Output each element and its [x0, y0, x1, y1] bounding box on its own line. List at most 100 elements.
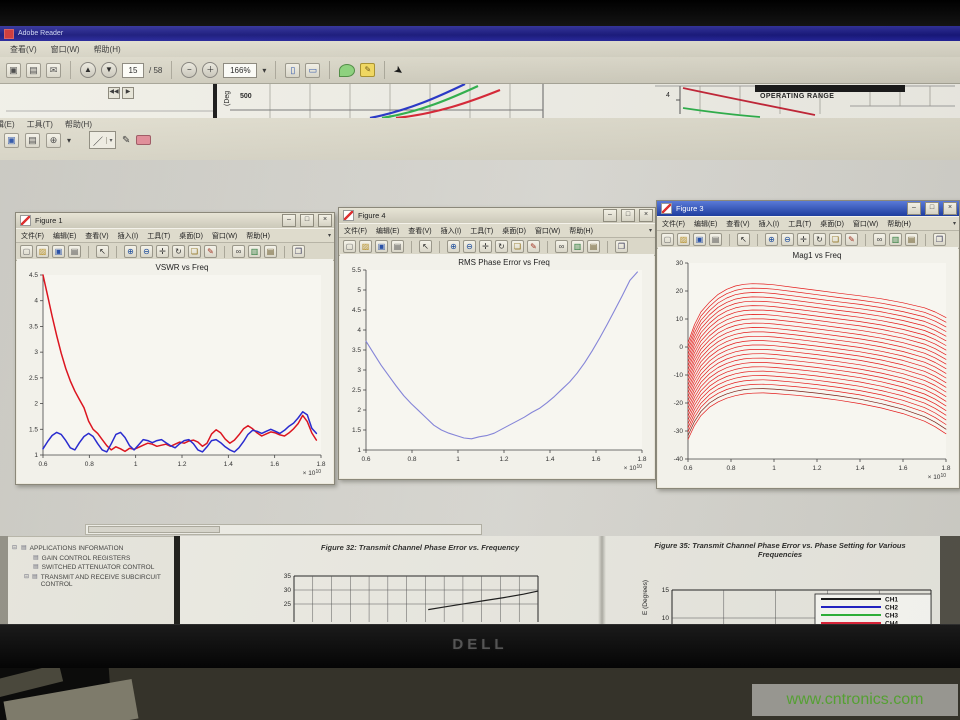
zoom-out-icon[interactable]: ⊖: [781, 233, 794, 246]
menu-item[interactable]: 窗口(W): [51, 44, 80, 55]
menu-item[interactable]: 桌面(D): [502, 226, 526, 236]
line-tool-dropdown-icon[interactable]: ▾: [106, 137, 115, 144]
highlight-note-icon[interactable]: ✎: [360, 63, 375, 77]
fit-page-icon[interactable]: ▯: [285, 63, 300, 78]
menu-item[interactable]: 查看(V): [408, 226, 431, 236]
comment-bubble-icon[interactable]: [339, 64, 355, 77]
zoom-in-icon[interactable]: ⊕: [765, 233, 778, 246]
save-icon[interactable]: ▣: [375, 240, 388, 253]
menu-item[interactable]: 窗口(W): [853, 219, 878, 229]
eraser-tool-icon[interactable]: [136, 135, 151, 145]
menu-overflow-icon[interactable]: ▾: [953, 220, 956, 227]
cursor-icon[interactable]: ↖: [96, 245, 109, 258]
menu-item[interactable]: 工具(T): [27, 119, 53, 130]
pan-icon[interactable]: ✛: [156, 245, 169, 258]
close-button[interactable]: ×: [318, 214, 332, 227]
brush-icon[interactable]: ✎: [527, 240, 540, 253]
maximize-button[interactable]: □: [925, 202, 939, 215]
new-figure-icon[interactable]: ▢: [661, 233, 674, 246]
save-icon[interactable]: ▣: [6, 63, 21, 78]
zoom-in-button[interactable]: ＋: [202, 62, 218, 78]
open-icon[interactable]: ▨: [36, 245, 49, 258]
bookmark-item[interactable]: ▤GAIN CONTROL REGISTERS: [12, 555, 170, 563]
zoom-out-icon[interactable]: ⊖: [463, 240, 476, 253]
menu-item[interactable]: 查看(V): [85, 231, 108, 241]
bookmark-item[interactable]: ⊟▤TRANSMIT AND RECEIVE SUBCIRCUIT CONTRO…: [12, 574, 170, 589]
link-plots-icon[interactable]: ∞: [555, 240, 568, 253]
minimize-button[interactable]: –: [907, 202, 921, 215]
dock-figure-icon[interactable]: ❐: [615, 240, 628, 253]
menu-item[interactable]: 编辑(E): [694, 219, 717, 229]
zoom-out-button[interactable]: −: [181, 62, 197, 78]
save-icon[interactable]: ▣: [693, 233, 706, 246]
menu-item[interactable]: 帮助(H): [65, 119, 92, 130]
close-button[interactable]: ×: [943, 202, 957, 215]
menu-item[interactable]: 帮助(H): [94, 44, 121, 55]
rotate-icon[interactable]: ↻: [172, 245, 185, 258]
zoom-level-input[interactable]: 166%: [223, 63, 257, 78]
stamp-icon[interactable]: ▤: [25, 133, 40, 148]
adobe-title-bar[interactable]: Adobe Reader: [0, 26, 960, 41]
menu-item[interactable]: 插入(I): [759, 219, 780, 229]
zoom-out-icon[interactable]: ⊖: [140, 245, 153, 258]
close-button[interactable]: ×: [639, 209, 653, 222]
zoom-in-icon[interactable]: ⊕: [124, 245, 137, 258]
brush-icon[interactable]: ✎: [845, 233, 858, 246]
horizontal-scrollbar[interactable]: [85, 524, 482, 535]
open-icon[interactable]: ▨: [359, 240, 372, 253]
mag1-chart[interactable]: -40-30-20-1001020300.60.811.21.41.61.8Ma…: [658, 247, 956, 485]
print-icon[interactable]: ▤: [391, 240, 404, 253]
magnifier-icon[interactable]: ⊕: [46, 133, 61, 148]
menu-item[interactable]: 窗口(W): [535, 226, 560, 236]
print-icon[interactable]: ▤: [26, 63, 41, 78]
matlab-figure-4-window[interactable]: Figure 4 – □ × 文件(F)编辑(E)查看(V)插入(I)工具(T)…: [338, 207, 656, 480]
menu-item[interactable]: 帮助(H): [887, 219, 911, 229]
menu-overflow-icon[interactable]: ▾: [649, 227, 652, 234]
data-cursor-icon[interactable]: ❏: [511, 240, 524, 253]
link-plots-icon[interactable]: ∞: [873, 233, 886, 246]
figure4-title-bar[interactable]: Figure 4 – □ ×: [339, 208, 655, 223]
email-icon[interactable]: ✉: [46, 63, 61, 78]
menu-item[interactable]: 工具(T): [147, 231, 170, 241]
maximize-button[interactable]: □: [300, 214, 314, 227]
legend-icon[interactable]: ▤: [905, 233, 918, 246]
bookmark-expander-icon[interactable]: ⊟: [12, 545, 18, 553]
menu-item[interactable]: 帮助(H): [246, 231, 270, 241]
menu-overflow-icon[interactable]: ▾: [328, 232, 331, 239]
legend-icon[interactable]: ▤: [587, 240, 600, 253]
rms-phase-error-chart[interactable]: 11.522.533.544.555.50.60.811.21.41.61.8R…: [340, 254, 652, 476]
page-number-input[interactable]: 15: [122, 63, 144, 78]
cursor-icon[interactable]: ↖: [419, 240, 432, 253]
minimize-button[interactable]: –: [603, 209, 617, 222]
select-tool-icon[interactable]: ➤: [391, 62, 406, 78]
menu-item[interactable]: 工具(T): [470, 226, 493, 236]
legend-icon[interactable]: ▤: [264, 245, 277, 258]
minimize-button[interactable]: –: [282, 214, 296, 227]
new-figure-icon[interactable]: ▢: [20, 245, 33, 258]
menu-item[interactable]: 桌面(D): [179, 231, 203, 241]
bookmark-item[interactable]: ⊟▤APPLICATIONS INFORMATION: [12, 545, 170, 553]
menu-item[interactable]: 桌面(D): [820, 219, 844, 229]
matlab-figure-1-window[interactable]: Figure 1 – □ × 文件(F)编辑(E)查看(V)插入(I)工具(T)…: [15, 212, 335, 485]
save-icon[interactable]: ▣: [52, 245, 65, 258]
data-cursor-icon[interactable]: ❏: [829, 233, 842, 246]
bookmark-item[interactable]: ▤SWITCHED ATTENUATOR CONTROL: [12, 564, 170, 572]
rotate-icon[interactable]: ↻: [813, 233, 826, 246]
menu-item[interactable]: 文件(F): [662, 219, 685, 229]
menu-item[interactable]: 工具(T): [788, 219, 811, 229]
menu-item[interactable]: 插入(I): [441, 226, 462, 236]
data-cursor-icon[interactable]: ❏: [188, 245, 201, 258]
line-tool-selector[interactable]: ／ ▾: [89, 131, 116, 149]
link-plots-icon[interactable]: ∞: [232, 245, 245, 258]
print-icon[interactable]: ▤: [709, 233, 722, 246]
colorbar-icon[interactable]: ▥: [571, 240, 584, 253]
pen-tool-icon[interactable]: ✎: [122, 135, 130, 146]
menu-item[interactable]: 编辑(E): [376, 226, 399, 236]
scrollbar-thumb[interactable]: [88, 526, 220, 533]
menu-item[interactable]: 帮助(H): [569, 226, 593, 236]
menu-item[interactable]: 编辑(E): [0, 119, 15, 130]
dock-figure-icon[interactable]: ❐: [292, 245, 305, 258]
menu-item[interactable]: 窗口(W): [212, 231, 237, 241]
new-figure-icon[interactable]: ▢: [343, 240, 356, 253]
brush-icon[interactable]: ✎: [204, 245, 217, 258]
